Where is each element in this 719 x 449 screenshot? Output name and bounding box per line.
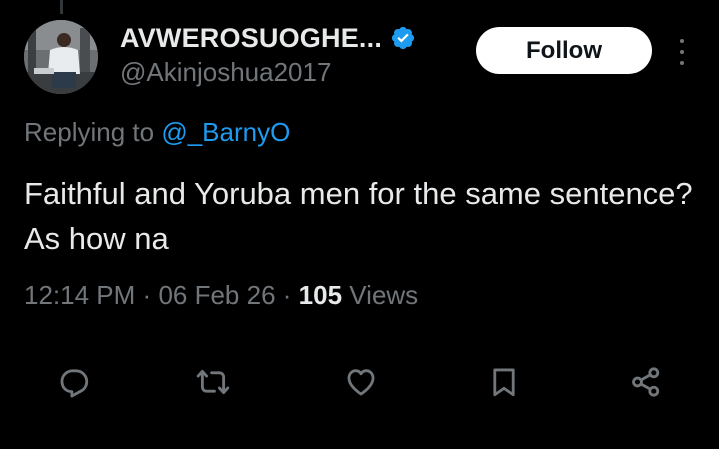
more-dot xyxy=(680,39,684,43)
more-options-icon[interactable] xyxy=(672,36,692,68)
avatar[interactable] xyxy=(24,20,98,94)
reply-context: Replying to @_BarnyO xyxy=(24,117,290,148)
author-name-row: AVWEROSUOGHE... xyxy=(120,21,416,55)
tweet-time[interactable]: 12:14 PM xyxy=(24,280,135,310)
tweet-meta: 12:14 PM · 06 Feb 26 · 105 Views xyxy=(24,280,418,311)
more-dot xyxy=(680,61,684,65)
share-button[interactable] xyxy=(626,362,666,402)
like-button[interactable] xyxy=(341,362,381,402)
author-handle[interactable]: @Akinjoshua2017 xyxy=(120,57,331,88)
thread-connector-line xyxy=(60,0,63,14)
repost-button[interactable] xyxy=(193,362,233,402)
repost-icon xyxy=(196,369,230,395)
reply-mention-link[interactable]: @_BarnyO xyxy=(161,117,290,147)
tweet-text: Faithful and Yoruba men for the same sen… xyxy=(24,176,693,256)
avatar-photo xyxy=(24,20,98,94)
reply-icon xyxy=(60,369,89,398)
views-label: Views xyxy=(349,280,419,310)
reply-context-prefix: Replying to xyxy=(24,117,155,147)
meta-separator: · xyxy=(142,280,152,310)
author-display-name[interactable]: AVWEROSUOGHE... xyxy=(120,23,382,54)
more-dot xyxy=(680,50,684,54)
meta-separator: · xyxy=(282,280,292,310)
bookmark-button[interactable] xyxy=(484,362,524,402)
tweet-actions-bar xyxy=(0,362,719,402)
follow-button[interactable]: Follow xyxy=(476,27,652,74)
share-icon xyxy=(632,367,660,397)
bookmark-icon xyxy=(493,368,515,397)
tweet-date[interactable]: 06 Feb 26 xyxy=(158,280,275,310)
verified-badge-icon xyxy=(390,25,416,51)
views-count: 105 xyxy=(298,280,343,310)
reply-button[interactable] xyxy=(54,362,94,402)
heart-icon xyxy=(347,369,375,396)
